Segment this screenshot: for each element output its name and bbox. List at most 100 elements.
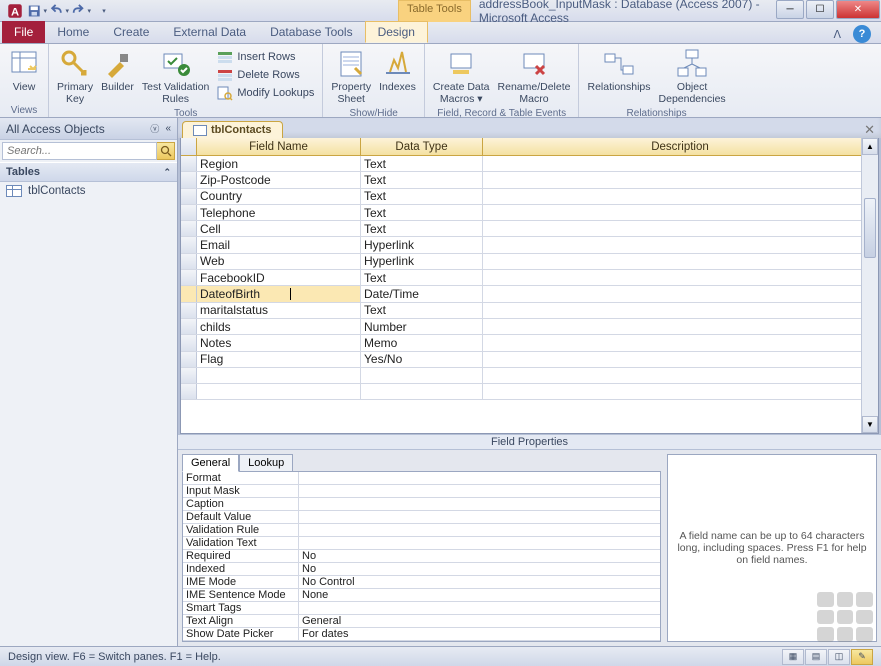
row-selector[interactable] — [181, 335, 197, 350]
property-value[interactable] — [299, 511, 660, 523]
header-description[interactable]: Description — [483, 138, 878, 155]
cell-field-name[interactable] — [197, 384, 361, 399]
property-value[interactable]: General — [299, 615, 660, 627]
cell-field-name[interactable]: childs — [197, 319, 361, 334]
property-value[interactable] — [299, 472, 660, 484]
ribbon-minimize-icon[interactable]: ᐱ — [833, 28, 841, 41]
cell-field-name[interactable]: Email — [197, 237, 361, 252]
cell-description[interactable] — [483, 270, 878, 285]
property-value[interactable]: None — [299, 589, 660, 601]
cell-data-type[interactable] — [361, 384, 483, 399]
cell-description[interactable] — [483, 384, 878, 399]
vertical-scrollbar[interactable]: ▲ ▼ — [861, 138, 878, 433]
row-selector[interactable] — [181, 303, 197, 318]
header-field-name[interactable]: Field Name — [197, 138, 361, 155]
cell-data-type[interactable]: Date/Time — [361, 286, 483, 301]
nav-filter-icon[interactable]: ⓥ — [150, 122, 159, 135]
cell-description[interactable] — [483, 286, 878, 301]
cell-description[interactable] — [483, 254, 878, 269]
primary-key-button[interactable]: Primary Key — [53, 46, 97, 107]
collapse-group-icon[interactable]: ⌃ — [163, 167, 171, 178]
cell-description[interactable] — [483, 368, 878, 383]
doc-tab-tblcontacts[interactable]: tblContacts — [182, 121, 283, 138]
builder-button[interactable]: Builder — [97, 46, 138, 96]
cell-description[interactable] — [483, 221, 878, 236]
property-value[interactable] — [299, 524, 660, 536]
row-selector-header[interactable] — [181, 138, 197, 155]
row-selector[interactable] — [181, 368, 197, 383]
property-value[interactable] — [299, 485, 660, 497]
cell-data-type[interactable]: Hyperlink — [361, 254, 483, 269]
row-selector[interactable] — [181, 172, 197, 187]
access-app-icon[interactable]: A — [5, 2, 25, 20]
cell-field-name[interactable]: maritalstatus — [197, 303, 361, 318]
maximize-button[interactable]: ☐ — [806, 0, 834, 19]
pivottable-view-button[interactable]: ▤ — [805, 649, 827, 665]
cell-data-type[interactable]: Hyperlink — [361, 237, 483, 252]
cell-description[interactable] — [483, 156, 878, 171]
tab-design[interactable]: Design — [365, 21, 428, 43]
tab-database-tools[interactable]: Database Tools — [258, 21, 365, 43]
datasheet-view-button[interactable]: ▦ — [782, 649, 804, 665]
property-value[interactable] — [299, 498, 660, 510]
close-button[interactable]: ✕ — [836, 0, 880, 19]
scroll-thumb[interactable] — [864, 198, 876, 258]
nav-item-tblcontacts[interactable]: tblContacts — [0, 182, 177, 200]
cell-description[interactable] — [483, 335, 878, 350]
row-selector[interactable] — [181, 237, 197, 252]
row-selector[interactable] — [181, 319, 197, 334]
test-validation-button[interactable]: Test Validation Rules — [138, 46, 214, 107]
help-icon[interactable]: ? — [853, 25, 871, 43]
cell-data-type[interactable] — [361, 368, 483, 383]
cell-field-name[interactable]: Cell — [197, 221, 361, 236]
row-selector[interactable] — [181, 254, 197, 269]
object-dependencies-button[interactable]: Object Dependencies — [655, 46, 730, 107]
cell-data-type[interactable]: Text — [361, 303, 483, 318]
cell-field-name[interactable]: Country — [197, 189, 361, 204]
cell-field-name[interactable]: DateofBirth — [197, 286, 361, 301]
delete-rows-button[interactable]: Delete Rows — [213, 66, 318, 84]
scroll-down-icon[interactable]: ▼ — [862, 416, 878, 433]
undo-icon[interactable]: ▾ — [49, 2, 69, 20]
cell-description[interactable] — [483, 172, 878, 187]
row-selector[interactable] — [181, 286, 197, 301]
cell-field-name[interactable]: FacebookID — [197, 270, 361, 285]
minimize-button[interactable]: ─ — [776, 0, 804, 19]
save-icon[interactable]: ▾ — [27, 2, 47, 20]
cell-field-name[interactable]: Web — [197, 254, 361, 269]
property-value[interactable]: For dates — [299, 628, 660, 640]
cell-field-name[interactable] — [197, 368, 361, 383]
row-selector[interactable] — [181, 221, 197, 236]
design-view-button[interactable]: ✎ — [851, 649, 873, 665]
row-selector[interactable] — [181, 352, 197, 367]
row-selector[interactable] — [181, 270, 197, 285]
property-value[interactable]: No — [299, 550, 660, 562]
property-value[interactable] — [299, 537, 660, 549]
modify-lookups-button[interactable]: Modify Lookups — [213, 84, 318, 102]
indexes-button[interactable]: Indexes — [375, 46, 420, 96]
cell-data-type[interactable]: Text — [361, 172, 483, 187]
tab-file[interactable]: File — [2, 21, 45, 43]
row-selector[interactable] — [181, 205, 197, 220]
cell-description[interactable] — [483, 352, 878, 367]
cell-data-type[interactable]: Text — [361, 189, 483, 204]
nav-header[interactable]: All Access Objects ⓥ « — [0, 118, 177, 140]
row-selector[interactable] — [181, 189, 197, 204]
cell-field-name[interactable]: Region — [197, 156, 361, 171]
cell-field-name[interactable]: Telephone — [197, 205, 361, 220]
scroll-up-icon[interactable]: ▲ — [862, 138, 878, 155]
insert-rows-button[interactable]: Insert Rows — [213, 48, 318, 66]
property-value[interactable]: No — [299, 563, 660, 575]
property-value[interactable] — [299, 602, 660, 614]
cell-data-type[interactable]: Text — [361, 156, 483, 171]
cell-description[interactable] — [483, 189, 878, 204]
search-icon[interactable] — [157, 142, 175, 160]
cell-data-type[interactable]: Yes/No — [361, 352, 483, 367]
nav-collapse-icon[interactable]: « — [165, 123, 171, 134]
cell-field-name[interactable]: Flag — [197, 352, 361, 367]
pivotchart-view-button[interactable]: ◫ — [828, 649, 850, 665]
header-data-type[interactable]: Data Type — [361, 138, 483, 155]
cell-description[interactable] — [483, 303, 878, 318]
cell-data-type[interactable]: Text — [361, 221, 483, 236]
redo-icon[interactable]: ▾ — [71, 2, 91, 20]
